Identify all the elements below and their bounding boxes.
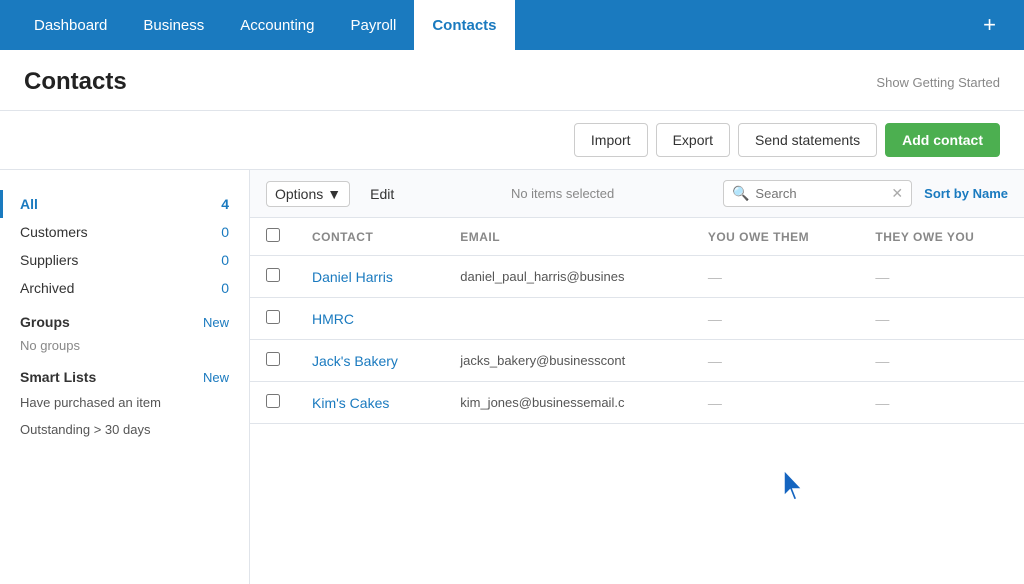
header-email: EMAIL [444,218,692,256]
add-contact-button[interactable]: Add contact [885,123,1000,157]
sidebar-archived-label: Archived [20,280,74,296]
header-they-owe: THEY OWE YOU [859,218,1024,256]
contact-link-3[interactable]: Kim's Cakes [312,395,389,411]
top-navigation: Dashboard Business Accounting Payroll Co… [0,0,1024,50]
sidebar-smart-item-2[interactable]: Outstanding > 30 days [0,416,249,443]
sidebar-customers-count: 0 [221,224,229,240]
row-you-owe-3: — [692,382,860,424]
sidebar-suppliers-label: Suppliers [20,252,78,268]
table-row: Daniel Harris daniel_paul_harris@busines… [250,256,1024,298]
search-box[interactable]: 🔍 ✕ [723,180,912,207]
import-button[interactable]: Import [574,123,648,157]
row-contact-name-3: Kim's Cakes [296,382,444,424]
sidebar-all-count: 4 [221,196,229,212]
row-checkbox-1[interactable] [250,298,296,340]
sidebar-no-groups: No groups [0,334,249,357]
edit-button[interactable]: Edit [362,182,402,206]
chevron-down-icon: ▼ [327,186,341,202]
nav-payroll[interactable]: Payroll [332,0,414,50]
row-checkbox-2[interactable] [250,340,296,382]
row-checkbox-input-2[interactable] [266,352,280,366]
sidebar-groups-section: Groups New [0,302,249,334]
sidebar-smart-lists-new[interactable]: New [203,370,229,385]
no-items-selected: No items selected [414,186,711,201]
show-getting-started-link[interactable]: Show Getting Started [876,75,1000,90]
header-you-owe: YOU OWE THEM [692,218,860,256]
search-input[interactable] [755,186,885,201]
row-you-owe-0: — [692,256,860,298]
nav-add-button[interactable]: + [971,12,1008,38]
sidebar-item-archived[interactable]: Archived 0 [0,274,249,302]
export-button[interactable]: Export [656,123,730,157]
sidebar-item-suppliers[interactable]: Suppliers 0 [0,246,249,274]
row-contact-name-0: Daniel Harris [296,256,444,298]
page-title: Contacts [24,68,127,96]
search-icon: 🔍 [732,185,749,202]
table-header-row: CONTACT EMAIL YOU OWE THEM THEY OWE YOU [250,218,1024,256]
table-row: HMRC — — [250,298,1024,340]
row-they-owe-1: — [859,298,1024,340]
nav-dashboard[interactable]: Dashboard [16,0,125,50]
row-checkbox-input-3[interactable] [266,394,280,408]
sidebar-item-all[interactable]: All 4 [0,190,249,218]
contact-link-1[interactable]: HMRC [312,311,354,327]
sidebar-customers-label: Customers [20,224,88,240]
sidebar-smart-item-1[interactable]: Have purchased an item [0,389,249,416]
sidebar-all-label: All [20,196,38,212]
sort-by-label: Sort by [924,186,969,201]
nav-business[interactable]: Business [125,0,222,50]
sidebar-groups-new[interactable]: New [203,315,229,330]
row-they-owe-2: — [859,340,1024,382]
nav-accounting[interactable]: Accounting [222,0,332,50]
send-statements-button[interactable]: Send statements [738,123,877,157]
sort-by-value-text[interactable]: Name [973,186,1008,201]
row-they-owe-0: — [859,256,1024,298]
row-you-owe-2: — [692,340,860,382]
table-row: Kim's Cakes kim_jones@businessemail.c — … [250,382,1024,424]
clear-search-icon[interactable]: ✕ [891,185,903,202]
table-toolbar: Options ▼ Edit No items selected 🔍 ✕ Sor… [250,170,1024,218]
sidebar-archived-count: 0 [221,280,229,296]
header-checkbox[interactable] [250,218,296,256]
sidebar-smart-lists-label: Smart Lists [20,369,96,385]
contacts-table-area: Options ▼ Edit No items selected 🔍 ✕ Sor… [250,170,1024,584]
contact-link-0[interactable]: Daniel Harris [312,269,393,285]
row-checkbox-3[interactable] [250,382,296,424]
contacts-table: CONTACT EMAIL YOU OWE THEM THEY OWE YOU … [250,218,1024,424]
action-toolbar: Import Export Send statements Add contac… [0,111,1024,170]
select-all-checkbox[interactable] [266,228,280,242]
row-email-2: jacks_bakery@businesscont [444,340,692,382]
row-checkbox-input-1[interactable] [266,310,280,324]
row-they-owe-3: — [859,382,1024,424]
row-contact-name-1: HMRC [296,298,444,340]
row-email-0: daniel_paul_harris@busines [444,256,692,298]
row-checkbox-input-0[interactable] [266,268,280,282]
row-contact-name-2: Jack's Bakery [296,340,444,382]
options-label: Options [275,186,323,202]
nav-contacts[interactable]: Contacts [414,0,514,50]
sidebar-groups-label: Groups [20,314,70,330]
table-row: Jack's Bakery jacks_bakery@businesscont … [250,340,1024,382]
row-email-3: kim_jones@businessemail.c [444,382,692,424]
header-contact: CONTACT [296,218,444,256]
main-content: All 4 Customers 0 Suppliers 0 Archived 0… [0,170,1024,584]
sidebar-item-customers[interactable]: Customers 0 [0,218,249,246]
sidebar: All 4 Customers 0 Suppliers 0 Archived 0… [0,170,250,584]
sidebar-smart-lists-section: Smart Lists New [0,357,249,389]
row-you-owe-1: — [692,298,860,340]
page-header: Contacts Show Getting Started [0,50,1024,111]
sort-by-control[interactable]: Sort by Name [924,186,1008,201]
contact-link-2[interactable]: Jack's Bakery [312,353,398,369]
sidebar-suppliers-count: 0 [221,252,229,268]
row-email-1 [444,298,692,340]
options-button[interactable]: Options ▼ [266,181,350,207]
row-checkbox-0[interactable] [250,256,296,298]
